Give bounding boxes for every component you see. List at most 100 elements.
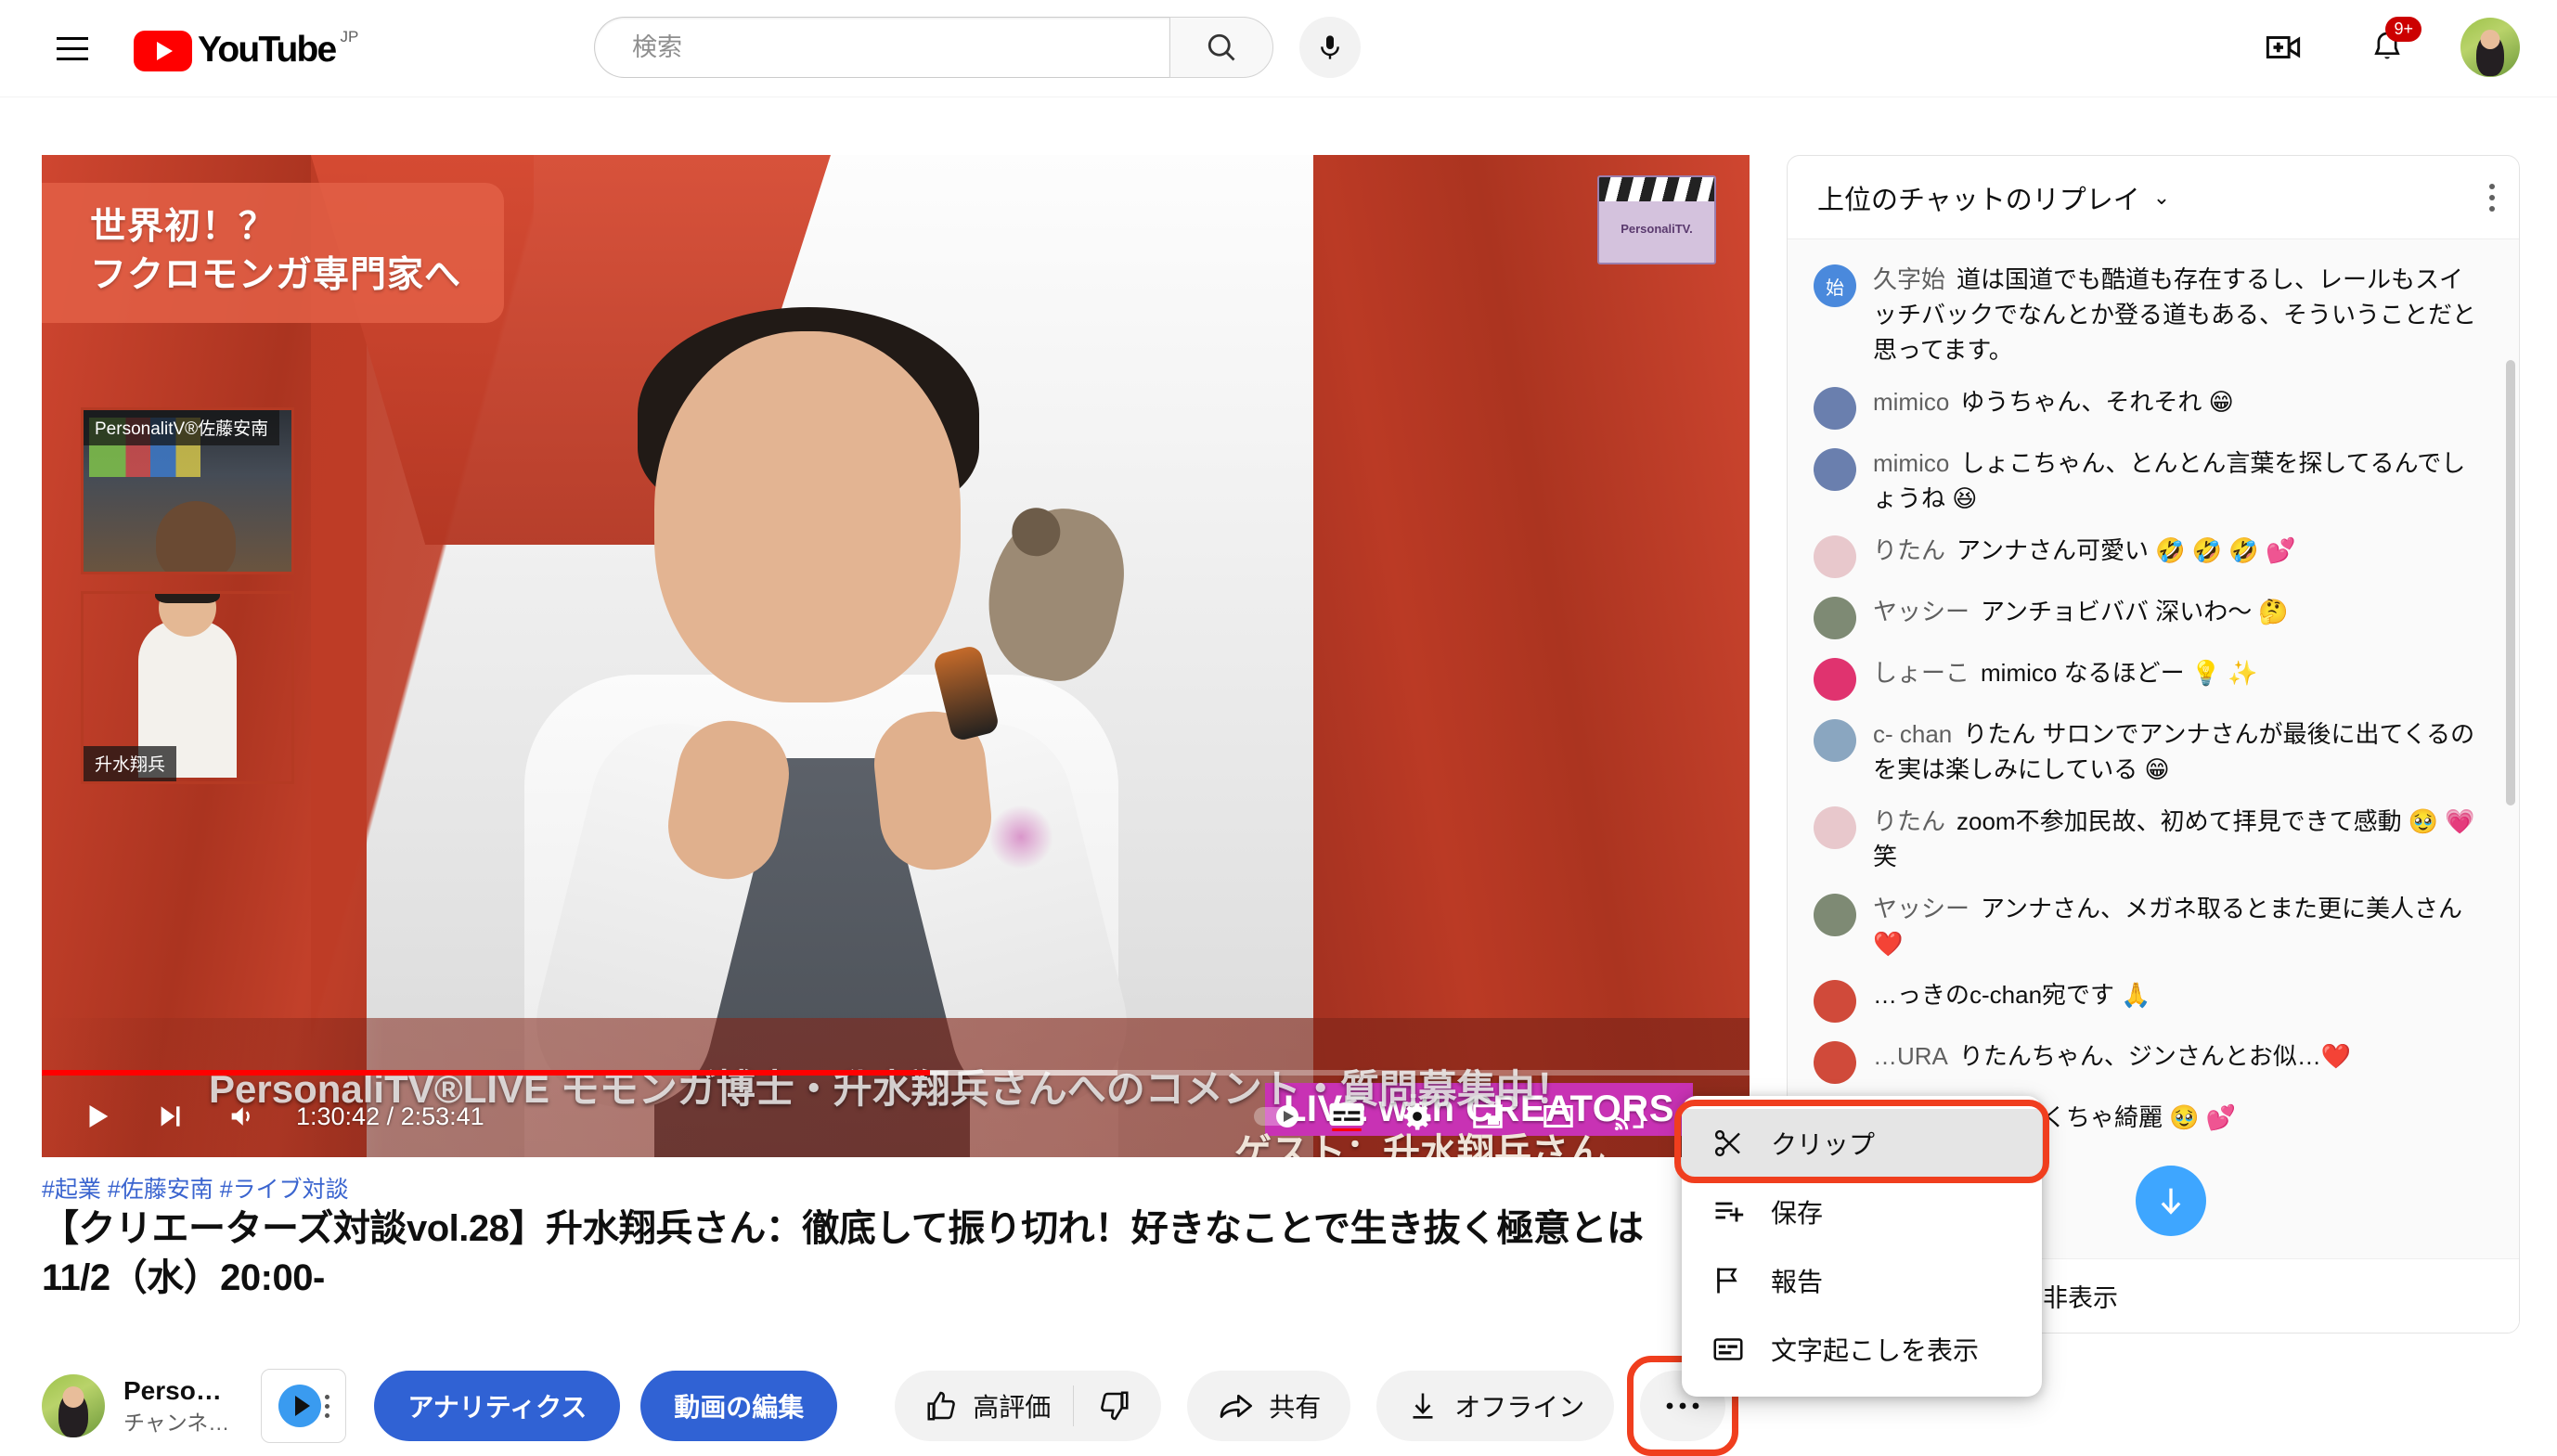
chat-message-text: …URA りたんちゃん、ジンさんとお似…❤️ <box>1873 1039 2351 1075</box>
chat-message[interactable]: mimico ゆうちゃん、それそれ 😁 <box>1788 377 2519 438</box>
chat-author-name[interactable]: しょーこ <box>1873 659 1969 687</box>
chat-message[interactable]: c- chan りたん サロンでアンナさんが最後に出てくるのを実は楽しみにしている… <box>1788 709 2519 796</box>
play-button[interactable] <box>64 1083 131 1150</box>
share-button[interactable]: 共有 <box>1187 1371 1351 1441</box>
chat-author-avatar[interactable] <box>1814 1041 1856 1085</box>
chat-author-name[interactable]: ヤッシー <box>1873 598 1969 625</box>
chat-author-name[interactable]: mimico <box>1873 449 1949 477</box>
subtitles-button[interactable] <box>1313 1083 1380 1150</box>
chat-author-avatar[interactable] <box>1814 805 1856 849</box>
like-label: 高評価 <box>973 1393 1052 1422</box>
page-content: 世界初！？ フクロモンガ専門家へ PersonalitV®佐藤安南 升水翔兵 P… <box>0 97 2557 1456</box>
chat-author-avatar[interactable]: 始 <box>1814 264 1856 307</box>
chat-message[interactable]: mimico しょこちゃん、とんとん言葉を探してるんでしょうね 😆 <box>1788 438 2519 525</box>
menu-item-transcript-label: 文字起こしを表示 <box>1771 1336 1980 1365</box>
search-input[interactable] <box>630 32 1169 63</box>
edit-video-button[interactable]: 動画の編集 <box>640 1371 838 1441</box>
menu-item-report-label: 報告 <box>1771 1268 1824 1296</box>
chat-message[interactable]: …っきのc-chan宛です 🙏 <box>1788 970 2519 1031</box>
chat-author-name[interactable]: りたん <box>1873 807 1945 835</box>
next-video-button[interactable] <box>136 1083 203 1150</box>
hamburger-icon[interactable] <box>39 15 106 82</box>
chat-author-name[interactable]: 久字始 <box>1873 265 1945 293</box>
chat-author-avatar[interactable] <box>1814 657 1856 701</box>
chat-author-avatar[interactable] <box>1814 596 1856 639</box>
settings-button[interactable] <box>1384 1083 1451 1150</box>
search-box[interactable] <box>594 17 1169 78</box>
chat-message-body: zoom不参加民故、初めて拝見できて感動 🥹 💗 笑 <box>1873 806 2475 870</box>
overlay-banner-line2: フクロモンガ専門家へ <box>90 255 462 296</box>
chat-author-avatar[interactable] <box>1814 535 1856 578</box>
offline-button[interactable]: オフライン <box>1376 1371 1615 1441</box>
chat-message[interactable]: しょーこ mimico なるほどー 💡 ✨ <box>1788 648 2519 709</box>
create-video-button[interactable] <box>2253 17 2314 78</box>
video-player[interactable]: 世界初！？ フクロモンガ専門家へ PersonalitV®佐藤安南 升水翔兵 P… <box>42 155 1750 1157</box>
chat-message[interactable]: 始久字始 道は国道でも酷道も存在するし、レールもスイッチバックでなんとか登る道もあ… <box>1788 254 2519 377</box>
chat-message[interactable]: りたん zoom不参加民故、初めて拝見できて感動 🥹 💗 笑 <box>1788 796 2519 883</box>
video-hashtags[interactable]: #起業 #佐藤安南 #ライブ対談 <box>42 1171 349 1205</box>
chat-message[interactable]: …URA りたんちゃん、ジンさんとお似…❤️ <box>1788 1031 2519 1092</box>
vidiq-extension-icon <box>278 1385 321 1427</box>
chat-author-name[interactable]: りたん <box>1873 536 1945 564</box>
menu-item-report[interactable]: 報告 <box>1682 1246 2042 1315</box>
kebab-menu-icon[interactable] <box>2489 183 2495 212</box>
voice-search-button[interactable] <box>1299 17 1361 78</box>
notifications-button[interactable]: 9+ <box>2357 17 2421 78</box>
chat-message[interactable]: ヤッシー アンナさん、メガネ取るとまた更に美人さん ❤️ <box>1788 883 2519 971</box>
scroll-to-bottom-button[interactable] <box>2136 1166 2206 1236</box>
menu-item-save[interactable]: 保存 <box>1682 1178 2042 1246</box>
notification-badge: 9+ <box>2385 17 2421 42</box>
masthead: YouTube JP 検索 9+ <box>0 0 2557 97</box>
menu-item-clip[interactable]: クリップ <box>1682 1109 2042 1178</box>
menu-item-save-label: 保存 <box>1771 1199 1824 1228</box>
create-video-icon <box>2266 36 2301 58</box>
chat-author-avatar[interactable] <box>1814 718 1856 762</box>
chat-message-text: しょーこ mimico なるほどー 💡 ✨ <box>1873 656 2258 691</box>
chat-author-name[interactable]: c- chan <box>1873 720 1952 748</box>
autoplay-toggle[interactable] <box>1243 1083 1310 1150</box>
chat-message-text: c- chan りたん サロンでアンナさんが最後に出てくるのを実は楽しみにしている… <box>1873 717 2482 788</box>
chevron-down-icon[interactable]: ⌄ <box>2153 186 2170 210</box>
microphone-icon <box>1321 35 1339 59</box>
chat-message[interactable]: ヤッシー アンチョビババ 深いわ〜 🤔 <box>1788 586 2519 648</box>
search-button[interactable] <box>1169 17 1273 78</box>
chat-author-name[interactable]: mimico <box>1873 388 1949 416</box>
vidiq-extension-button[interactable] <box>261 1369 347 1443</box>
vidiq-kebab-icon[interactable] <box>324 1394 329 1418</box>
chat-author-name[interactable]: …URA <box>1873 1042 1948 1070</box>
scroll-to-bottom-icon <box>2161 1188 2181 1215</box>
masthead-left: YouTube JP <box>0 15 358 82</box>
theater-mode-button[interactable] <box>1525 1083 1592 1150</box>
chat-message[interactable]: りたん アンナさん可愛い 🤣 🤣 🤣 💕 <box>1788 525 2519 586</box>
volume-button[interactable] <box>209 1083 276 1150</box>
miniplayer-button[interactable] <box>1454 1083 1521 1150</box>
chat-message-text: りたん zoom不参加民故、初めて拝見できて感動 🥹 💗 笑 <box>1873 805 2482 875</box>
chat-author-avatar[interactable] <box>1814 893 1856 936</box>
chat-author-avatar[interactable] <box>1814 980 1856 1024</box>
chat-scrollbar[interactable] <box>2506 360 2515 805</box>
miniplayer-icon <box>1473 1104 1503 1128</box>
channel-avatar[interactable] <box>42 1374 105 1437</box>
video-title-line1: 【クリエーターズ対談vol.28】升水翔兵さん：徹底して振り切れ！好きなことで生… <box>42 1208 1644 1249</box>
play-icon <box>89 1104 109 1128</box>
autoplay-toggle-icon <box>1254 1105 1298 1127</box>
chat-message-text: ヤッシー アンナさん、メガネ取るとまた更に美人さん ❤️ <box>1873 892 2482 962</box>
download-icon <box>1413 1393 1433 1419</box>
avatar[interactable] <box>2460 18 2520 77</box>
dislike-button[interactable] <box>1096 1388 1131 1424</box>
chat-title[interactable]: 上位のチャットのリプレイ <box>1817 178 2140 217</box>
chat-message-body: …っきのc-chan宛です 🙏 <box>1873 981 2151 1010</box>
thumbs-down-icon <box>1101 1391 1129 1421</box>
chat-author-avatar[interactable] <box>1814 447 1856 491</box>
chat-author-avatar[interactable] <box>1814 386 1856 430</box>
youtube-logo[interactable]: YouTube JP <box>134 26 358 71</box>
like-button[interactable]: 高評価 <box>924 1387 1051 1424</box>
chat-author-name[interactable]: ヤッシー <box>1873 895 1969 922</box>
channel-name[interactable]: Perso… <box>123 1374 229 1407</box>
cast-button[interactable] <box>1595 1083 1662 1150</box>
chat-message-body: りたん サロンでアンナさんが最後に出てくるのを実は楽しみにしている 😁 <box>1873 719 2475 783</box>
menu-item-transcript[interactable]: 文字起こしを表示 <box>1682 1315 2042 1384</box>
analytics-button[interactable]: アナリティクス <box>374 1371 621 1441</box>
next-video-icon <box>161 1106 180 1127</box>
chat-message-text: りたん アンナさん可愛い 🤣 🤣 🤣 💕 <box>1873 534 2295 569</box>
